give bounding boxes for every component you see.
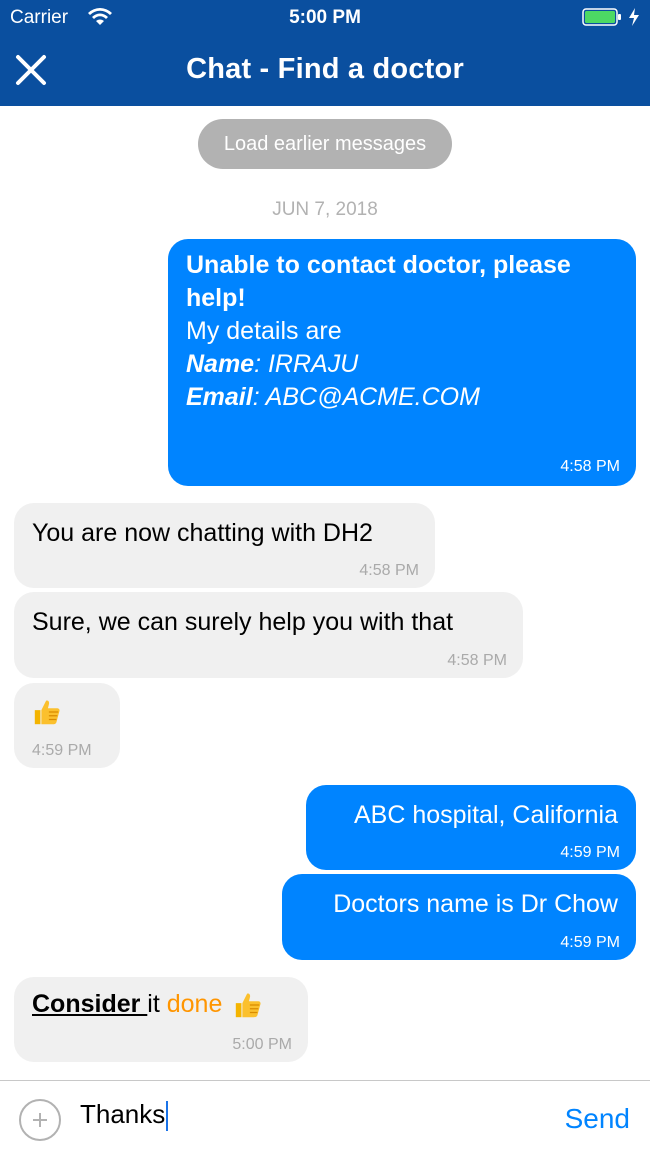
incoming-message[interactable]: Consider it done 5:00 PM [14,977,308,1062]
message-composer: Thanks Send [0,1080,650,1158]
text-caret [166,1101,169,1132]
message-text: Sure, we can surely help you with that [32,608,454,636]
message-name-line: Name: IRRAJU [186,348,618,381]
message-timestamp: 4:59 PM [560,934,620,951]
top-bar: Carrier 5:00 PM Chat - Find a doctor [0,0,650,106]
message-timestamp: 4:58 PM [359,562,419,579]
send-button[interactable]: Send [565,1103,630,1135]
name-label: Name [186,350,255,378]
name-value: : IRRAJU [254,350,359,378]
message-timestamp: 4:58 PM [447,652,507,669]
incoming-message[interactable]: Sure, we can surely help you with that 4… [14,592,523,678]
date-separator: JUN 7, 2018 [272,199,378,220]
email-label: Email [186,383,253,411]
message-timestamp: 5:00 PM [232,1036,292,1053]
battery-icon [582,8,621,26]
thumbs-up-icon [236,993,261,1018]
message-fragment: it [147,990,167,1018]
message-text: Unable to contact doctor, please help! M… [186,249,618,414]
message-input-value: Thanks [80,1099,166,1129]
email-value: : ABC@ACME.COM [252,383,480,411]
message-input[interactable]: Thanks [80,1096,540,1136]
message-timestamp: 4:58 PM [560,458,620,475]
outgoing-message[interactable]: ABC hospital, California 4:59 PM [306,785,636,870]
incoming-message[interactable]: 4:59 PM [14,683,120,768]
message-link[interactable]: Consider [32,990,147,1018]
outgoing-message[interactable]: Unable to contact doctor, please help! M… [168,239,636,486]
incoming-message[interactable]: You are now chatting with DH2 4:58 PM [14,503,435,588]
message-timestamp: 4:59 PM [32,742,92,759]
message-text: Doctors name is Dr Chow [333,890,618,918]
message-text: ABC hospital, California [353,801,618,829]
message-email-line: Email: ABC@ACME.COM [186,381,618,414]
status-bar: Carrier 5:00 PM [0,0,650,36]
message-text: You are now chatting with DH2 [32,519,373,547]
message-bold-line: Unable to contact doctor, please help! [186,251,571,312]
page-title: Chat - Find a doctor [186,53,464,85]
message-timestamp: 4:59 PM [560,844,620,861]
outgoing-message[interactable]: Doctors name is Dr Chow 4:59 PM [282,874,636,960]
message-highlight: done [166,990,223,1018]
message-text: Consider it done [32,987,290,1021]
clock: 5:00 PM [289,7,361,28]
load-earlier-button[interactable]: Load earlier messages [198,119,452,169]
add-attachment-icon[interactable] [18,1098,62,1142]
thumbs-up-icon [34,700,60,725]
message-line: My details are [186,317,342,345]
charging-icon [629,8,639,26]
